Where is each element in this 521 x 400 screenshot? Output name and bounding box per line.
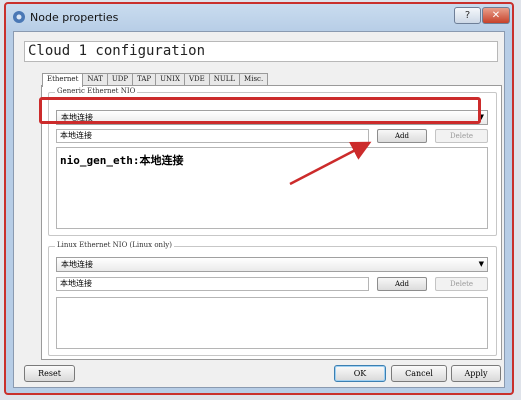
tab-ethernet[interactable]: Ethernet	[42, 73, 84, 87]
annotation-arrow-icon	[289, 141, 372, 186]
